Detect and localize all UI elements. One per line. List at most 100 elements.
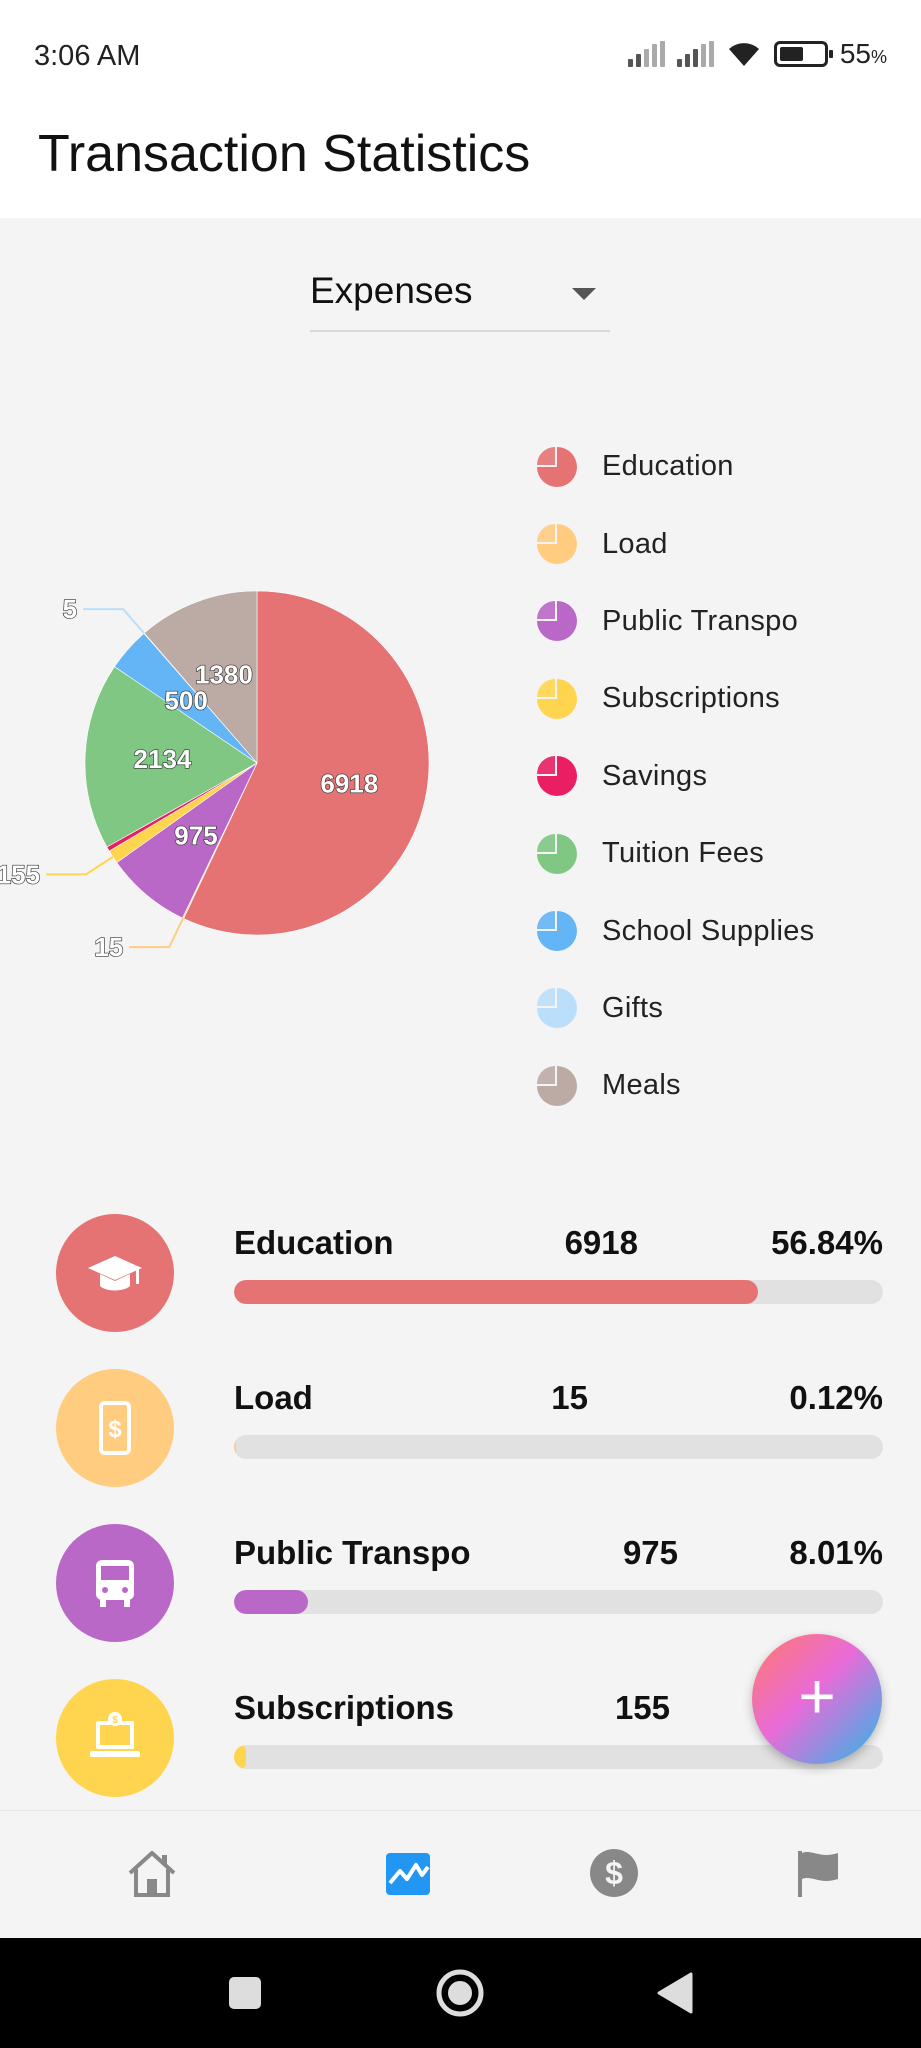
- pie-slice-icon: [537, 833, 577, 874]
- bottom-navigation: $: [0, 1810, 921, 1938]
- app-bar: Transaction Statistics: [0, 110, 921, 218]
- category-avatar: $: [56, 1679, 174, 1797]
- svg-text:$: $: [605, 1855, 623, 1891]
- progress-track: [234, 1590, 883, 1614]
- legend-label: Tuition Fees: [602, 837, 765, 870]
- legend-label: Meals: [602, 1069, 681, 1102]
- category-name: Education: [234, 1224, 394, 1261]
- transaction-type-dropdown[interactable]: Expenses: [310, 262, 610, 332]
- pie-value-label: 15: [94, 932, 123, 962]
- chevron-down-icon: [572, 288, 596, 300]
- dollar-icon: $: [590, 1849, 638, 1897]
- progress-track: [234, 1435, 883, 1459]
- chart-legend: Education Load Public Transpo Subscriptions…: [536, 428, 814, 1125]
- recents-button[interactable]: [220, 1968, 270, 2018]
- pie-leader-line: [46, 856, 114, 876]
- laptop-subscription-icon: $: [90, 1712, 140, 1757]
- plus-icon: +: [798, 1660, 836, 1732]
- pie-value-label: 155: [0, 859, 40, 889]
- category-row[interactable]: Public Transpo 975 8.01%: [0, 1510, 921, 1642]
- nav-goals[interactable]: [786, 1841, 850, 1905]
- svg-text:$: $: [112, 1715, 118, 1726]
- category-name: Subscriptions: [234, 1689, 455, 1726]
- legend-item: Public Transpo: [536, 583, 814, 660]
- progress-fill: [234, 1590, 308, 1614]
- legend-label: Public Transpo: [602, 604, 799, 637]
- category-amount: 975: [622, 1534, 678, 1571]
- pie-value-label: 5: [63, 594, 77, 624]
- svg-text:$: $: [108, 1416, 122, 1443]
- flag-icon: [798, 1851, 838, 1897]
- pie-slice-icon: [537, 524, 577, 565]
- square-icon: [229, 1977, 261, 2009]
- pie-slice-icon: [537, 446, 577, 487]
- pie-value-label: 6918: [320, 769, 378, 799]
- legend-label: Load: [602, 527, 668, 560]
- pie-slice-icon: [537, 601, 577, 642]
- system-navigation-bar: [0, 1938, 921, 2048]
- progress-fill: [234, 1435, 236, 1459]
- legend-item: Education: [536, 428, 814, 505]
- category-name: Public Transpo: [234, 1534, 471, 1571]
- category-row[interactable]: $ Load 15 0.12%: [0, 1355, 921, 1487]
- legend-item: Load: [536, 505, 814, 582]
- battery-icon: [773, 41, 833, 67]
- legend-item: School Supplies: [536, 892, 814, 969]
- phone-dollar-icon: $: [99, 1401, 131, 1455]
- category-avatar: [56, 1524, 174, 1642]
- nav-statistics[interactable]: [376, 1841, 440, 1905]
- pie-leader-line: [83, 608, 145, 634]
- legend-label: Subscriptions: [602, 682, 780, 715]
- legend-item: Gifts: [536, 970, 814, 1047]
- graduation-cap-icon: [88, 1256, 142, 1291]
- category-amount: 6918: [564, 1224, 638, 1261]
- bus-icon: [96, 1560, 134, 1607]
- home-icon: [128, 1851, 176, 1897]
- home-button[interactable]: [435, 1968, 485, 2018]
- category-percent: 56.84%: [771, 1224, 883, 1261]
- add-transaction-button[interactable]: +: [752, 1634, 882, 1764]
- legend-item: Subscriptions: [536, 660, 814, 737]
- page-title: Transaction Statistics: [38, 125, 531, 183]
- category-amount: 155: [614, 1689, 670, 1726]
- legend-label: Education: [602, 450, 734, 483]
- legend-item: Tuition Fees: [536, 815, 814, 892]
- pie-chart-svg: 6918 15 975 155 2134 500 5 1380: [0, 590, 430, 963]
- pie-leader-line: [129, 917, 184, 949]
- status-bar: 3:06 AM 55%: [0, 0, 921, 110]
- pie-slice-icon: [537, 988, 577, 1029]
- legend-label: Gifts: [602, 991, 664, 1024]
- signal-icon: [627, 41, 665, 67]
- circle-icon: [436, 1969, 484, 2017]
- status-time: 3:06 AM: [34, 40, 141, 72]
- legend-item: Meals: [536, 1047, 814, 1124]
- pie-slice-icon: [537, 678, 577, 719]
- pie-slice-icon: [537, 911, 577, 952]
- nav-home[interactable]: [120, 1841, 184, 1905]
- category-percent: 8.01%: [789, 1534, 883, 1571]
- legend-item: Savings: [536, 738, 814, 815]
- signal-icon: [676, 41, 714, 67]
- wifi-icon: [728, 43, 759, 66]
- dropdown-selected-value: Expenses: [310, 270, 473, 311]
- pie-slice-icon: [537, 756, 577, 797]
- category-avatar: [56, 1214, 174, 1332]
- category-amount: 15: [551, 1379, 588, 1416]
- pie-value-label: 2134: [134, 744, 192, 774]
- category-row[interactable]: Education 6918 56.84%: [0, 1200, 921, 1332]
- progress-fill: [234, 1745, 246, 1769]
- status-icons: 55%: [627, 38, 887, 70]
- legend-label: Savings: [602, 759, 708, 792]
- pie-value-label: 975: [174, 820, 217, 850]
- pie-value-label: 500: [164, 685, 207, 715]
- progress-fill: [234, 1280, 758, 1304]
- pie-slice-icon: [537, 1065, 577, 1106]
- battery-percent: 55%: [839, 38, 887, 69]
- chart-icon: [386, 1853, 430, 1895]
- legend-label: School Supplies: [602, 914, 815, 947]
- category-avatar: $: [56, 1369, 174, 1487]
- back-button[interactable]: [650, 1968, 700, 2018]
- nav-money[interactable]: $: [582, 1841, 646, 1905]
- category-percent: 0.12%: [789, 1379, 883, 1416]
- pie-value-label: 1380: [195, 659, 253, 689]
